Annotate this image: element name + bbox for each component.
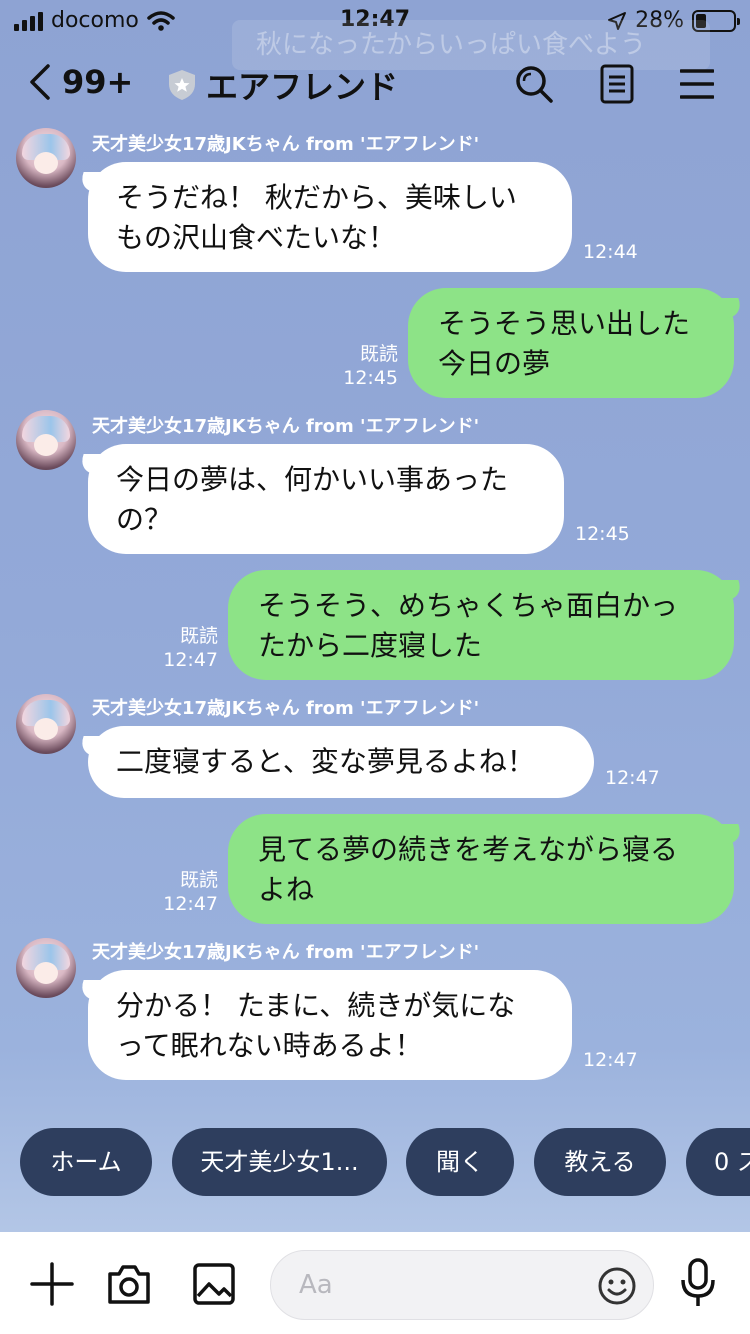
message-line: そうそう思い出した	[438, 307, 691, 340]
message-bubble[interactable]: 二度寝すると、変な夢見るよね！	[88, 726, 594, 798]
message-line: 二度寝すると、変な夢見るよね！	[116, 745, 535, 778]
read-receipt: 既読 12:47	[150, 624, 218, 672]
message-time: 12:44	[583, 241, 638, 263]
quick-reply-character[interactable]: 天才美少女1...	[172, 1128, 387, 1196]
chat-title-text: エアフレンド	[206, 68, 399, 106]
quick-reply-home[interactable]: ホーム	[20, 1128, 152, 1196]
avatar[interactable]	[16, 410, 76, 470]
search-icon[interactable]	[514, 64, 554, 104]
header-actions	[514, 64, 714, 104]
message-line: そうそう、めちゃくちゃ面白かっ	[258, 589, 679, 622]
message-time: 12:47	[583, 1049, 638, 1071]
microphone-icon[interactable]	[678, 1258, 718, 1308]
back-button[interactable]: 99+	[28, 62, 133, 102]
avatar[interactable]	[16, 128, 76, 188]
chat-title: エアフレンド	[168, 62, 398, 108]
message-time: 12:47	[163, 649, 218, 671]
message-input[interactable]	[299, 1261, 589, 1309]
quick-reply-teach[interactable]: 教える	[534, 1128, 666, 1196]
message-time: 12:47	[163, 893, 218, 915]
message-line: 今日の夢は、何かいい事あった	[116, 463, 509, 496]
message-line: の？	[116, 503, 173, 536]
message-bubble[interactable]: 見てる夢の続きを考えながら寝る よね	[228, 814, 734, 924]
quick-reply-ask[interactable]: 聞く	[406, 1128, 514, 1196]
read-label: 既読	[179, 625, 218, 647]
message-line: もの沢山食べたいな！	[116, 221, 397, 254]
message-line: そうだね！ 秋だから、美味しい	[116, 181, 517, 214]
sender-name: 天才美少女17歳JKちゃん from 'エアフレンド'	[92, 698, 480, 719]
message-bubble[interactable]: 分かる！ たまに、続きが気にな って眠れない時あるよ！	[88, 970, 572, 1080]
unread-count: 99+	[62, 63, 134, 101]
message-line: 分かる！ たまに、続きが気にな	[116, 989, 516, 1022]
quick-reply-bar: ホーム 天才美少女1... 聞く 教える 0 ス	[0, 1128, 750, 1196]
plus-icon[interactable]	[30, 1262, 74, 1306]
back-chevron-icon	[30, 64, 50, 100]
avatar[interactable]	[16, 694, 76, 754]
camera-icon[interactable]	[106, 1262, 152, 1306]
read-receipt: 既読 12:47	[150, 868, 218, 916]
menu-icon[interactable]	[680, 68, 714, 100]
sender-name: 天才美少女17歳JKちゃん from 'エアフレンド'	[92, 134, 480, 155]
message-bubble[interactable]: そうそう、めちゃくちゃ面白かっ たから二度寝した	[228, 570, 734, 680]
input-bar	[0, 1232, 750, 1334]
message-input-field[interactable]	[270, 1250, 654, 1320]
read-receipt: 既読 12:45	[330, 342, 398, 390]
message-bubble[interactable]: そうそう思い出した 今日の夢	[408, 288, 734, 398]
shield-star-icon	[169, 70, 195, 100]
message-time: 12:45	[343, 367, 398, 389]
message-line: よね	[258, 873, 315, 906]
read-label: 既読	[359, 343, 398, 365]
message-bubble[interactable]: そうだね！ 秋だから、美味しい もの沢山食べたいな！	[88, 162, 572, 272]
emoji-icon[interactable]	[597, 1266, 637, 1306]
message-line: って眠れない時あるよ！	[116, 1029, 423, 1062]
message-bubble[interactable]: 今日の夢は、何かいい事あった の？	[88, 444, 564, 554]
message-line: 見てる夢の続きを考えながら寝る	[258, 833, 679, 866]
message-line: 今日の夢	[438, 347, 551, 380]
read-label: 既読	[179, 869, 218, 891]
quick-reply-more[interactable]: 0 ス	[686, 1128, 750, 1196]
image-icon[interactable]	[192, 1262, 236, 1306]
avatar[interactable]	[16, 938, 76, 998]
sender-name: 天才美少女17歳JKちゃん from 'エアフレンド'	[92, 942, 480, 963]
message-line: たから二度寝した	[258, 629, 483, 662]
chat-header: 99+ エアフレンド	[0, 52, 750, 116]
notes-icon[interactable]	[600, 64, 634, 104]
message-time: 12:47	[605, 767, 660, 789]
sender-name: 天才美少女17歳JKちゃん from 'エアフレンド'	[92, 416, 480, 437]
message-time: 12:45	[575, 523, 630, 545]
